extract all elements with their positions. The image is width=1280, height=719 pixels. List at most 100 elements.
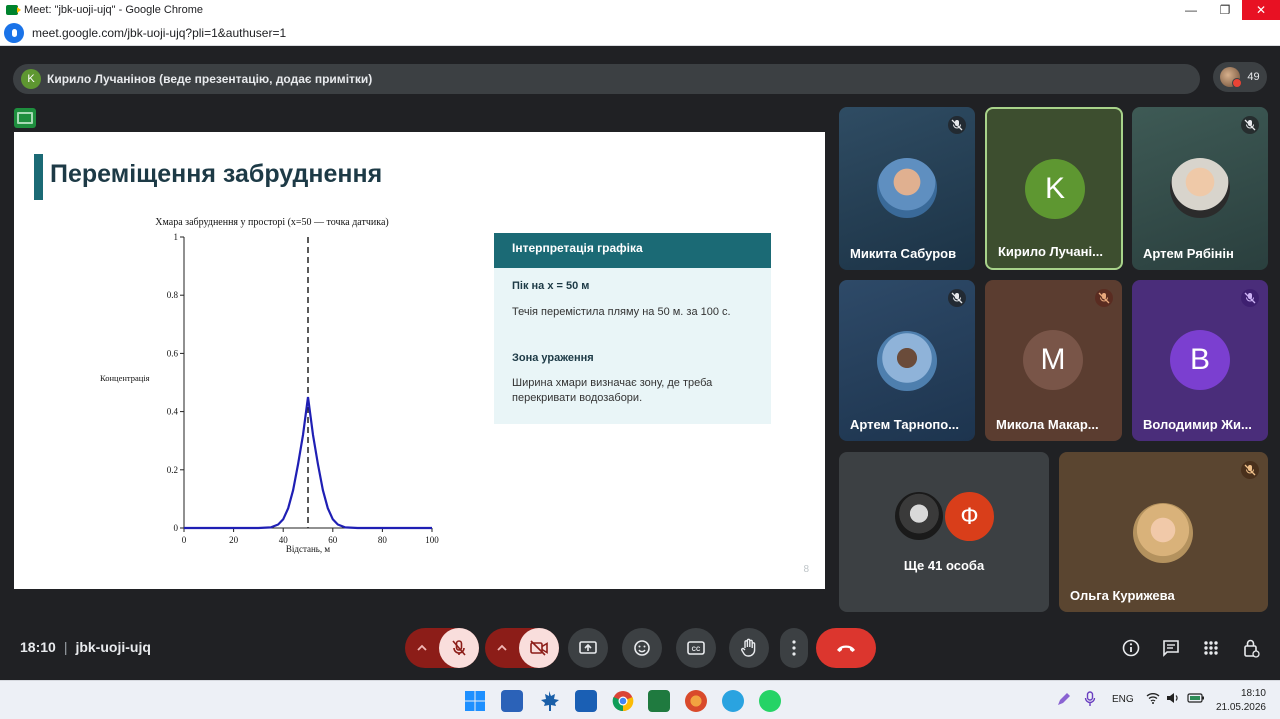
pollution-cloud-chart: Хмара забруднення у просторі (x=50 — точ… xyxy=(100,217,439,554)
x-tick-label: 0 xyxy=(182,535,187,545)
participant-avatar: K xyxy=(1025,159,1085,219)
shared-slide: Переміщення забруднення Хмара забрудненн… xyxy=(14,132,825,589)
address-bar[interactable]: meet.google.com/jbk-uoji-ujq?pli=1&authu… xyxy=(0,20,1280,46)
title-accent-bar xyxy=(34,154,43,200)
present-screen-button[interactable] xyxy=(568,628,608,668)
microphone-control xyxy=(405,628,479,668)
chevron-up-icon[interactable] xyxy=(405,628,439,668)
wifi-icon[interactable] xyxy=(1146,692,1160,707)
participant-name: Микола Макар... xyxy=(996,417,1099,432)
hand-icon xyxy=(741,638,756,657)
participant-tile[interactable]: Микита Сабуров xyxy=(839,107,975,270)
participant-avatar: Ф xyxy=(943,490,996,543)
emoji-icon xyxy=(634,640,650,656)
captions-icon: CC xyxy=(687,641,705,655)
participants-button[interactable]: 49 xyxy=(1213,62,1267,92)
mic-off-icon xyxy=(948,289,966,307)
presenter-banner: K Кирило Лучанінов (веде презентацію, до… xyxy=(13,64,1200,94)
excel-icon[interactable] xyxy=(648,690,670,712)
window-title: Meet: "jbk-uoji-ujq" - Google Chrome xyxy=(24,4,203,16)
battery-icon[interactable] xyxy=(1187,692,1205,707)
app-icon[interactable] xyxy=(685,690,707,712)
participant-count: 49 xyxy=(1247,71,1260,83)
raise-hand-button[interactable] xyxy=(729,628,769,668)
camera-off-button[interactable] xyxy=(519,628,559,668)
clock-time: 18:10 xyxy=(1240,688,1266,699)
system-clock[interactable]: 18:10 21.05.2026 xyxy=(1216,687,1266,715)
x-tick-label: 20 xyxy=(229,535,239,545)
maple-app-icon[interactable] xyxy=(538,690,560,712)
participant-tile[interactable]: B Володимир Жи... xyxy=(1132,280,1268,441)
microphone-active-icon[interactable] xyxy=(4,22,24,43)
activities-icon[interactable] xyxy=(1200,637,1222,659)
volume-icon[interactable] xyxy=(1166,692,1180,707)
impact-zone-text: Ширина хмари визначає зону, де треба пер… xyxy=(512,377,713,404)
whatsapp-icon[interactable] xyxy=(759,690,781,712)
peak-text: Течія перемістила пляму на 50 м. за 100 … xyxy=(512,306,731,318)
restore-icon[interactable]: ❐ xyxy=(1208,0,1242,20)
more-options-button[interactable] xyxy=(780,628,808,668)
participant-photo xyxy=(877,331,937,391)
close-icon[interactable]: ✕ xyxy=(1242,0,1280,20)
x-axis: 0 20 40 60 80 100 xyxy=(182,527,439,545)
participant-photo xyxy=(877,158,937,218)
slide-page-number: 8 xyxy=(803,564,809,575)
slide-title: Переміщення забруднення xyxy=(50,160,383,188)
camera-control xyxy=(485,628,559,668)
presenter-avatar: K xyxy=(21,69,41,89)
minimize-icon[interactable]: — xyxy=(1174,0,1208,20)
mic-off-icon xyxy=(1095,289,1113,307)
meeting-time: 18:10 xyxy=(20,639,56,655)
participant-tile[interactable]: M Микола Макар... xyxy=(985,280,1122,441)
url-text[interactable]: meet.google.com/jbk-uoji-ujq?pli=1&authu… xyxy=(32,26,286,40)
language-indicator[interactable]: ENG xyxy=(1112,694,1134,705)
y-tick-label: 0.2 xyxy=(167,465,178,475)
captions-button[interactable]: CC xyxy=(676,628,716,668)
leave-call-button[interactable] xyxy=(816,628,876,668)
participant-name: Микита Сабуров xyxy=(850,246,957,261)
participant-name: Ольга Курижева xyxy=(1070,588,1175,603)
participant-photo xyxy=(1133,503,1193,563)
participant-name: Артем Рябінін xyxy=(1143,246,1234,261)
mic-off-icon xyxy=(1241,461,1259,479)
mic-off-button[interactable] xyxy=(439,628,479,668)
participant-name: Кирило Лучані... xyxy=(998,244,1103,259)
word-icon[interactable] xyxy=(575,690,597,712)
hang-up-icon xyxy=(837,645,855,652)
meeting-info: 18:10 | jbk-uoji-ujq xyxy=(20,639,151,655)
host-controls-icon[interactable] xyxy=(1240,637,1262,659)
presentation-icon xyxy=(14,108,36,128)
y-tick-label: 0.8 xyxy=(167,290,179,300)
mic-off-icon xyxy=(1241,116,1259,134)
participant-avatar-icon xyxy=(1220,67,1243,88)
more-vert-icon xyxy=(792,640,796,656)
y-tick-label: 0 xyxy=(174,523,179,533)
impact-zone-heading: Зона ураження xyxy=(512,352,594,364)
more-participants-label: Ще 41 особа xyxy=(903,558,985,573)
chart-title: Хмара забруднення у просторі (x=50 — точ… xyxy=(155,217,388,228)
meet-favicon-icon xyxy=(6,5,21,15)
more-participants-tile[interactable]: Ф Ще 41 особа xyxy=(839,452,1049,612)
meeting-details-icon[interactable] xyxy=(1120,637,1142,659)
participant-tile-active-speaker[interactable]: K Кирило Лучані... xyxy=(985,107,1123,270)
chevron-up-icon[interactable] xyxy=(485,628,519,668)
chat-icon[interactable] xyxy=(1160,637,1182,659)
participant-tile[interactable]: Артем Тарнопо... xyxy=(839,280,975,441)
participant-tile[interactable]: Ольга Курижева xyxy=(1059,452,1268,612)
microphone-icon[interactable] xyxy=(1084,691,1096,710)
participant-avatar: M xyxy=(1023,330,1083,390)
pen-icon[interactable] xyxy=(1056,691,1072,710)
participant-tile[interactable]: Артем Рябінін xyxy=(1132,107,1268,270)
presenter-label: Кирило Лучанінов (веде презентацію, дода… xyxy=(47,72,373,86)
mic-off-icon xyxy=(948,116,966,134)
x-tick-label: 80 xyxy=(378,535,388,545)
reactions-button[interactable] xyxy=(622,628,662,668)
chrome-icon[interactable] xyxy=(612,690,634,712)
y-tick-label: 0.6 xyxy=(167,348,179,358)
x-axis-label: Відстань, м xyxy=(286,544,331,554)
store-icon[interactable] xyxy=(501,690,523,712)
windows-start-icon[interactable] xyxy=(464,690,486,712)
y-tick-label: 1 xyxy=(174,232,179,242)
telegram-icon[interactable] xyxy=(722,690,744,712)
participant-name: Володимир Жи... xyxy=(1143,417,1252,432)
